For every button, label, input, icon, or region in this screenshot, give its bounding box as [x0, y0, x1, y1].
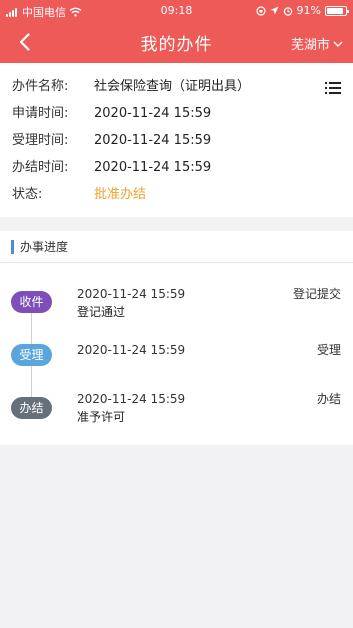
info-label: 申请时间: [12, 106, 69, 121]
lock-rotation-icon [255, 5, 266, 16]
list-menu-icon[interactable] [325, 81, 341, 95]
step-time: 2020-11-24 15:59 [77, 287, 186, 301]
info-label: 办结时间: [12, 160, 69, 175]
alarm-icon [283, 6, 292, 16]
progress-title: 办事进度 [20, 240, 69, 254]
info-row-name: 办件名称: 社会保险查询（证明出具） [12, 78, 250, 96]
status-value: 批准办结 [94, 187, 147, 202]
battery-icon [325, 5, 349, 16]
info-value: 社会保险查询（证明出具） [94, 79, 251, 94]
step-action: 受理 [316, 343, 341, 357]
status-bar-right: 91% [255, 4, 349, 17]
step-remark: 准予许可 [77, 410, 126, 424]
info-label: 状态: [12, 187, 43, 202]
step-time: 2020-11-24 15:59 [77, 343, 186, 357]
section-accent-bar [11, 240, 14, 254]
location-icon [270, 6, 279, 15]
city-selector[interactable]: 芜湖市 [291, 34, 343, 53]
info-value: 2020-11-24 15:59 [94, 160, 212, 175]
battery-percent: 91% [296, 4, 321, 17]
step-action: 登记提交 [292, 287, 341, 301]
info-row-finish-time: 办结时间: 2020-11-24 15:59 [12, 159, 211, 177]
step-badge-accept: 受理 [11, 344, 52, 366]
step-action: 办结 [316, 392, 341, 406]
progress-section: 办事进度 收件 2020-11-24 15:59 登记提交 登记通过 受理 20… [0, 231, 353, 445]
app-header: 中国电信 09:18 91% 我的办件 芜湖市 [0, 0, 353, 63]
step-badge-finish: 办结 [11, 397, 52, 419]
progress-header: 办事进度 [0, 231, 353, 263]
city-label: 芜湖市 [290, 38, 330, 53]
info-label: 受理时间: [12, 133, 69, 148]
step-remark: 登记通过 [77, 305, 126, 319]
info-value: 2020-11-24 15:59 [94, 133, 212, 148]
info-row-apply-time: 申请时间: 2020-11-24 15:59 [12, 105, 211, 123]
info-row-accept-time: 受理时间: 2020-11-24 15:59 [12, 132, 211, 150]
chevron-down-icon [333, 41, 343, 47]
status-bar: 中国电信 09:18 91% [0, 0, 353, 22]
info-row-status: 状态: 批准办结 [12, 186, 146, 204]
case-info-card: 办件名称: 社会保险查询（证明出具） 申请时间: 2020-11-24 15:59 … [0, 63, 353, 217]
info-label: 办件名称: [12, 79, 69, 94]
info-value: 2020-11-24 15:59 [94, 106, 212, 121]
step-time: 2020-11-24 15:59 [77, 392, 186, 406]
step-badge-receive: 收件 [11, 291, 52, 313]
